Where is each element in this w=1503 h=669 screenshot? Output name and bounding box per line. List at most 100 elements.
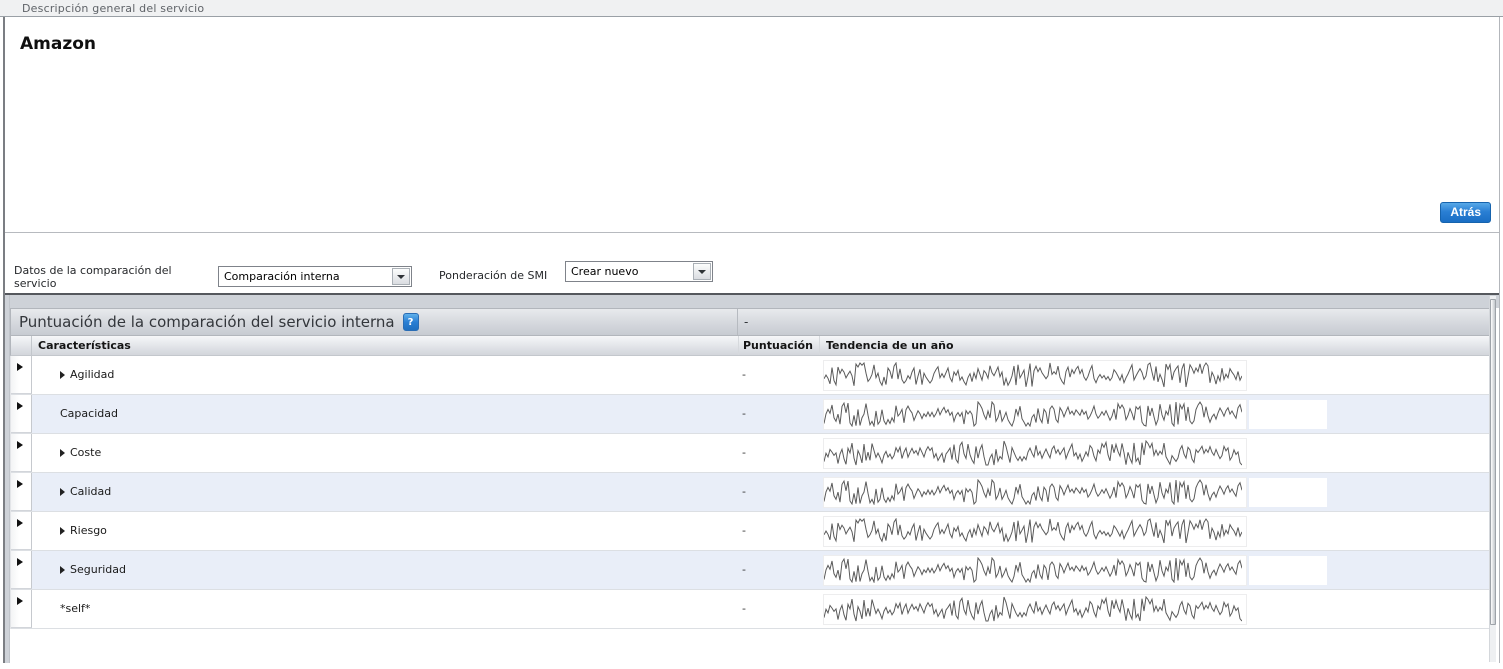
- score-cell: -: [742, 485, 746, 498]
- characteristic-label: Agilidad: [70, 368, 115, 381]
- score-cell: -: [742, 407, 746, 420]
- expand-triangle-icon[interactable]: [60, 565, 65, 574]
- comparison-data-value: Comparación interna: [224, 270, 340, 283]
- row-expander-button[interactable]: [11, 473, 32, 511]
- expand-triangle-icon[interactable]: [60, 487, 65, 496]
- trend-cell: [819, 512, 1489, 550]
- score-cell: -: [742, 602, 746, 615]
- characteristic-cell[interactable]: Calidad: [32, 473, 738, 511]
- section-title: Puntuación de la comparación del servici…: [19, 313, 395, 331]
- characteristic-label: Calidad: [70, 485, 112, 498]
- empty-trend-box: [1249, 477, 1327, 507]
- score-cell: -: [742, 368, 746, 381]
- expander-arrow-icon: [17, 480, 23, 488]
- table-row[interactable]: Calidad -: [11, 473, 1489, 512]
- overall-score: -: [737, 309, 1489, 335]
- scores-section: Puntuación de la comparación del servici…: [5, 293, 1499, 663]
- expander-arrow-icon: [17, 519, 23, 527]
- trend-sparkline: [824, 401, 1242, 427]
- help-icon[interactable]: ?: [402, 313, 419, 331]
- scrollbar-thumb[interactable]: [1490, 299, 1496, 625]
- table-row[interactable]: Riesgo -: [11, 512, 1489, 551]
- row-expander-button[interactable]: [11, 512, 32, 550]
- characteristic-cell[interactable]: Seguridad: [32, 551, 738, 589]
- characteristic-label: Capacidad: [60, 407, 118, 420]
- expander-arrow-icon: [17, 402, 23, 410]
- trend-sparkline: [824, 518, 1242, 544]
- row-expander-button[interactable]: [11, 590, 32, 628]
- table-row[interactable]: *self* -: [11, 590, 1489, 629]
- scores-grid: Puntuación de la comparación del servici…: [10, 308, 1490, 629]
- table-row[interactable]: Capacidad -: [11, 395, 1489, 434]
- sparkline-box: [823, 476, 1247, 508]
- expander-arrow-icon: [17, 597, 23, 605]
- sparkline-box: [823, 593, 1247, 625]
- table-body: Agilidad - Capacidad - Coste - Calidad -…: [10, 356, 1490, 629]
- smi-weighting-select[interactable]: Crear nuevo: [565, 261, 713, 282]
- row-expander-button[interactable]: [11, 551, 32, 589]
- trend-sparkline: [824, 362, 1242, 388]
- empty-trend-box: [1249, 399, 1327, 429]
- column-header-row: Características Puntuación Tendencia de …: [10, 336, 1490, 356]
- page-title: Descripción general del servicio: [22, 2, 205, 15]
- controls-row: Datos de la comparación del servicio Com…: [5, 233, 1499, 293]
- sparkline-box: [823, 398, 1247, 430]
- characteristic-label: Coste: [70, 446, 102, 459]
- service-name: Amazon: [20, 34, 97, 54]
- back-button[interactable]: Atrás: [1440, 202, 1491, 223]
- empty-trend-box: [1249, 555, 1327, 585]
- characteristic-cell[interactable]: Riesgo: [32, 512, 738, 550]
- characteristic-label: Riesgo: [70, 524, 107, 537]
- smi-weighting-value: Crear nuevo: [571, 265, 639, 278]
- expand-triangle-icon[interactable]: [60, 370, 65, 379]
- expand-triangle-icon[interactable]: [60, 448, 65, 457]
- trend-cell: [819, 395, 1489, 433]
- characteristic-cell[interactable]: Capacidad: [32, 395, 738, 433]
- row-expander-button[interactable]: [11, 356, 32, 394]
- comparison-data-select[interactable]: Comparación interna: [218, 266, 412, 287]
- characteristic-cell[interactable]: Agilidad: [32, 356, 738, 394]
- window-titlebar: Descripción general del servicio: [0, 0, 1503, 17]
- table-row[interactable]: Agilidad -: [11, 356, 1489, 395]
- chevron-down-icon: [698, 269, 706, 274]
- page-frame: Amazon Atrás Datos de la comparación del…: [3, 17, 1500, 663]
- row-expander-button[interactable]: [11, 434, 32, 472]
- service-overview-panel: Amazon Atrás: [5, 17, 1499, 233]
- trend-sparkline: [824, 440, 1242, 466]
- expander-arrow-icon: [17, 363, 23, 371]
- comparison-data-label: Datos de la comparación del servicio: [14, 264, 172, 290]
- section-header: Puntuación de la comparación del servici…: [10, 308, 1490, 336]
- score-cell: -: [742, 446, 746, 459]
- score-cell: -: [742, 524, 746, 537]
- trend-cell: [819, 356, 1489, 394]
- trend-cell: [819, 473, 1489, 511]
- trend-sparkline: [824, 479, 1242, 505]
- chevron-down-icon: [397, 274, 405, 279]
- characteristic-label: Seguridad: [70, 563, 126, 576]
- sparkline-box: [823, 515, 1247, 547]
- column-expander: [11, 336, 32, 355]
- characteristic-cell[interactable]: Coste: [32, 434, 738, 472]
- table-row[interactable]: Coste -: [11, 434, 1489, 473]
- row-expander-button[interactable]: [11, 395, 32, 433]
- score-cell: -: [742, 563, 746, 576]
- comparison-dropdown-button[interactable]: [392, 268, 410, 285]
- column-characteristics: Características: [38, 339, 131, 352]
- column-trend: Tendencia de un año: [819, 336, 1489, 355]
- expand-triangle-icon[interactable]: [60, 526, 65, 535]
- trend-cell: [819, 590, 1489, 628]
- section-top-strip: [10, 295, 1499, 308]
- characteristic-cell[interactable]: *self*: [32, 590, 738, 628]
- vertical-scrollbar[interactable]: [1489, 296, 1496, 662]
- characteristic-label: *self*: [60, 602, 91, 615]
- table-row[interactable]: Seguridad -: [11, 551, 1489, 590]
- smi-dropdown-button[interactable]: [693, 263, 711, 280]
- smi-weighting-label: Ponderación de SMI: [439, 269, 548, 282]
- trend-cell: [819, 434, 1489, 472]
- sparkline-box: [823, 359, 1247, 391]
- trend-sparkline: [824, 596, 1242, 622]
- trend-sparkline: [824, 557, 1242, 583]
- expander-arrow-icon: [17, 558, 23, 566]
- column-score: Puntuación: [738, 336, 819, 355]
- trend-cell: [819, 551, 1489, 589]
